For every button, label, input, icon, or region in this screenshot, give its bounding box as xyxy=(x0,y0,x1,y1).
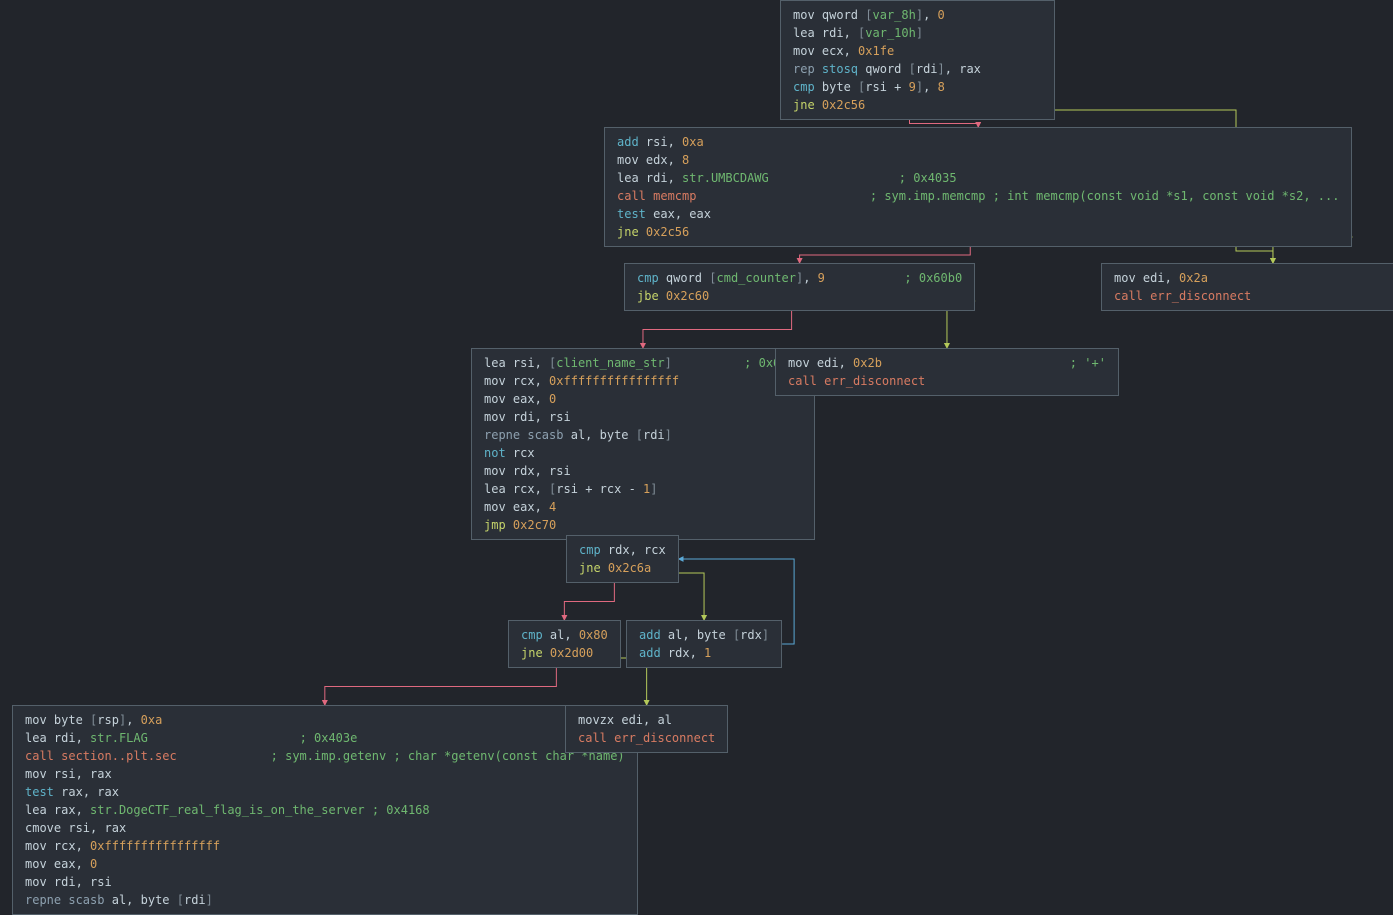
asm-line: cmp qword [cmd_counter], 9 ; 0x60b0 xyxy=(637,269,962,287)
asm-line: mov rcx, 0xffffffffffffffff xyxy=(25,837,625,855)
asm-line: mov byte [rsp], 0xa xyxy=(25,711,625,729)
asm-line: cmp al, 0x80 xyxy=(521,626,608,644)
asm-line: rep stosq qword [rdi], rax xyxy=(793,60,1042,78)
asm-line: cmp rdx, rcx xyxy=(579,541,666,559)
asm-block-b11[interactable]: movzx edi, alcall err_disconnect xyxy=(565,705,728,753)
asm-block-b3[interactable]: cmp qword [cmd_counter], 9 ; 0x60b0jbe 0… xyxy=(624,263,975,311)
asm-line: mov ecx, 0x1fe xyxy=(793,42,1042,60)
asm-block-b9[interactable]: add al, byte [rdx]add rdx, 1 xyxy=(626,620,782,668)
asm-block-b1[interactable]: mov qword [var_8h], 0lea rdi, [var_10h]m… xyxy=(780,0,1055,120)
asm-line: add rsi, 0xa xyxy=(617,133,1339,151)
asm-line: mov edi, 0x2a ; '*' xyxy=(1114,269,1393,287)
cfg-edge xyxy=(910,120,979,127)
asm-line: jmp 0x2c70 xyxy=(484,516,802,534)
asm-line: mov rdx, rsi xyxy=(484,462,802,480)
asm-line: call memcmp ; sym.imp.memcmp ; int memcm… xyxy=(617,187,1339,205)
asm-line: repne scasb al, byte [rdi] xyxy=(25,891,625,909)
asm-line: mov qword [var_8h], 0 xyxy=(793,6,1042,24)
asm-line: call section..plt.sec ; sym.imp.getenv ;… xyxy=(25,747,625,765)
asm-block-b4[interactable]: mov edi, 0x2a ; '*'call err_disconnect xyxy=(1101,263,1393,311)
asm-line: lea rsi, [client_name_str] ; 0x6020 xyxy=(484,354,802,372)
asm-line: not rcx xyxy=(484,444,802,462)
asm-line: jbe 0x2c60 xyxy=(637,287,962,305)
cfg-edge xyxy=(564,583,614,620)
asm-line: call err_disconnect xyxy=(578,729,715,747)
asm-block-b8[interactable]: cmp al, 0x80jne 0x2d00 xyxy=(508,620,621,668)
asm-line: call err_disconnect xyxy=(1114,287,1393,305)
asm-line: lea rax, str.DogeCTF_real_flag_is_on_the… xyxy=(25,801,625,819)
asm-line: lea rdi, str.FLAG ; 0x403e xyxy=(25,729,625,747)
asm-line: jne 0x2c6a xyxy=(579,559,666,577)
cfg-edge xyxy=(643,311,792,348)
asm-line: mov rcx, 0xffffffffffffffff xyxy=(484,372,802,390)
cfg-edge xyxy=(679,573,704,620)
asm-line: mov edi, 0x2b ; '+' xyxy=(788,354,1106,372)
asm-line: movzx edi, al xyxy=(578,711,715,729)
asm-line: mov eax, 4 xyxy=(484,498,802,516)
asm-line: test eax, eax xyxy=(617,205,1339,223)
asm-line: test rax, rax xyxy=(25,783,625,801)
asm-line: mov rsi, rax xyxy=(25,765,625,783)
cfg-edge xyxy=(325,668,557,705)
asm-line: call err_disconnect xyxy=(788,372,1106,390)
asm-block-b10[interactable]: mov byte [rsp], 0xalea rdi, str.FLAG ; 0… xyxy=(12,705,638,915)
asm-block-b5[interactable]: lea rsi, [client_name_str] ; 0x6020mov r… xyxy=(471,348,815,540)
asm-line: cmp byte [rsi + 9], 8 xyxy=(793,78,1042,96)
asm-line: lea rcx, [rsi + rcx - 1] xyxy=(484,480,802,498)
asm-line: cmove rsi, rax xyxy=(25,819,625,837)
asm-line: mov rdi, rsi xyxy=(484,408,802,426)
asm-line: jne 0x2c56 xyxy=(793,96,1042,114)
asm-line: lea rdi, str.UMBCDAWG ; 0x4035 xyxy=(617,169,1339,187)
asm-line: mov eax, 0 xyxy=(484,390,802,408)
asm-line: lea rdi, [var_10h] xyxy=(793,24,1042,42)
asm-line: jne 0x2d00 xyxy=(521,644,608,662)
asm-line: add rdx, 1 xyxy=(639,644,769,662)
asm-line: jne 0x2c56 xyxy=(617,223,1339,241)
asm-line: repne scasb al, byte [rdi] xyxy=(484,426,802,444)
asm-line: mov edx, 8 xyxy=(617,151,1339,169)
asm-line: mov rdi, rsi xyxy=(25,873,625,891)
asm-block-b7[interactable]: cmp rdx, rcxjne 0x2c6a xyxy=(566,535,679,583)
asm-block-b2[interactable]: add rsi, 0xamov edx, 8lea rdi, str.UMBCD… xyxy=(604,127,1352,247)
asm-line: add al, byte [rdx] xyxy=(639,626,769,644)
cfg-edge xyxy=(800,247,971,263)
asm-block-b6[interactable]: mov edi, 0x2b ; '+'call err_disconnect xyxy=(775,348,1119,396)
asm-line: mov eax, 0 xyxy=(25,855,625,873)
